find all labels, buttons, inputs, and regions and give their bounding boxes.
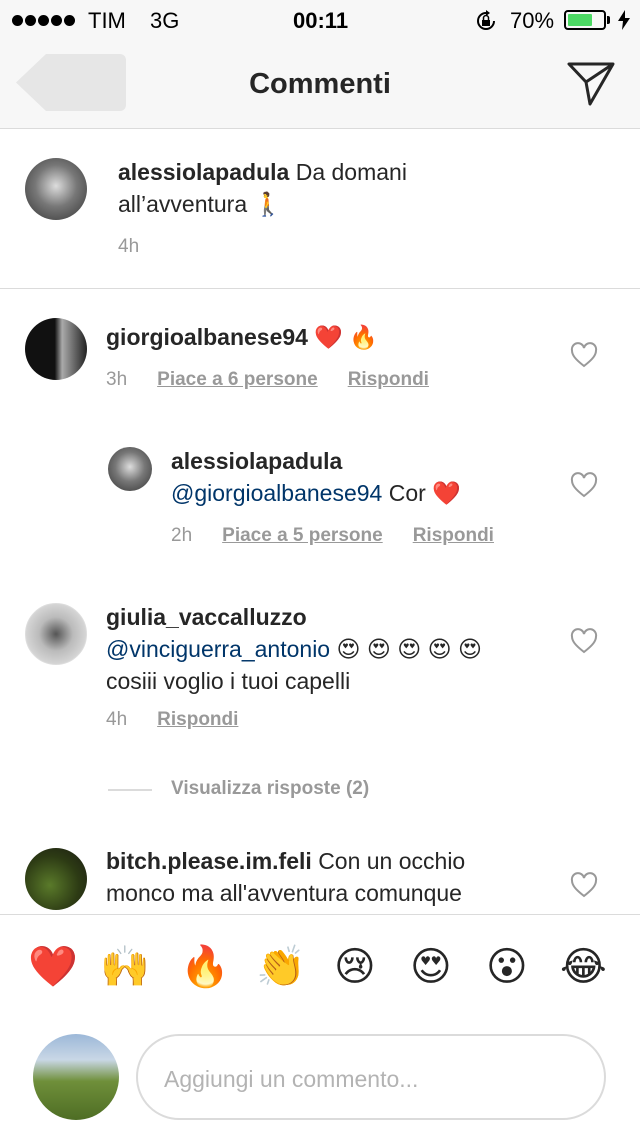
comment-meta: 3h Piace a 6 persone Rispondi <box>106 369 429 391</box>
comment-emojis: 😍 😍 😍 😍 😍 <box>336 636 482 662</box>
emoji-surprised-button[interactable]: 😮 <box>486 942 528 992</box>
comment-body: ❤️ 🔥 <box>314 324 379 350</box>
comment-text: bitch.please.im.feli Con un occhio monco… <box>106 845 566 909</box>
avatar[interactable] <box>25 318 87 380</box>
like-heart-icon[interactable] <box>570 472 598 498</box>
clock: 00:11 <box>293 8 349 33</box>
comment-body: Con un occhio <box>318 848 466 874</box>
reply-body: Cor ❤️ <box>388 480 461 506</box>
status-bar: TIM 3G 00:11 70% <box>0 0 640 40</box>
comment-text: giorgioalbanese94 ❤️ 🔥 <box>106 321 546 353</box>
avatar <box>33 1034 119 1120</box>
like-heart-icon[interactable] <box>570 872 598 898</box>
likes-link[interactable]: Piace a 6 persone <box>157 369 318 390</box>
avatar[interactable] <box>108 447 152 491</box>
comment-text: giulia_vaccalluzzo @vinciguerra_antonio … <box>106 601 566 697</box>
caption-line1: Da domani <box>295 159 407 185</box>
reply-link[interactable]: Rispondi <box>413 525 494 546</box>
emoji-clap-button[interactable]: 👏 <box>256 942 306 992</box>
emoji-raised-hands-button[interactable]: 🙌 <box>100 942 150 992</box>
caption-emoji: 🚶 <box>253 191 283 217</box>
charging-bolt-icon <box>618 10 630 30</box>
caption-username[interactable]: alessiolapadula <box>118 159 289 185</box>
reply-meta: 2h Piace a 5 persone Rispondi <box>171 525 494 547</box>
comment-meta: 4h Rispondi <box>106 709 238 731</box>
view-replies-button[interactable]: Visualizza risposte (2) <box>171 778 369 800</box>
avatar[interactable] <box>25 158 87 220</box>
divider <box>108 789 152 791</box>
emoji-cry-button[interactable]: 😢 <box>334 942 376 992</box>
reply-username[interactable]: alessiolapadula <box>171 448 342 474</box>
comment-body: cosiii voglio i tuoi capelli <box>106 668 351 694</box>
mention-link[interactable]: @giorgioalbanese94 <box>171 480 382 506</box>
avatar[interactable] <box>25 848 87 910</box>
like-heart-icon[interactable] <box>570 628 598 654</box>
battery-percent: 70% <box>510 8 555 33</box>
navigation-bar: Commenti <box>0 40 640 129</box>
emoji-heart-eyes-button[interactable]: 😍 <box>410 942 452 992</box>
like-heart-icon[interactable] <box>570 342 598 368</box>
page-title: Commenti <box>249 68 391 100</box>
divider <box>0 288 640 289</box>
comment-username[interactable]: giorgioalbanese94 <box>106 324 308 350</box>
emoji-fire-button[interactable]: 🔥 <box>180 942 230 992</box>
battery-icon <box>564 10 606 30</box>
network-label: 3G <box>150 8 180 33</box>
reply-time: 2h <box>171 525 193 546</box>
emoji-heart-button[interactable]: ❤️ <box>28 942 78 992</box>
send-direct-icon[interactable] <box>566 60 616 108</box>
comment-username[interactable]: giulia_vaccalluzzo <box>106 604 307 630</box>
comment-username[interactable]: bitch.please.im.feli <box>106 848 312 874</box>
caption-line2: all’avventura <box>118 191 248 217</box>
comment-input-placeholder: Aggiungi un commento... <box>164 1066 419 1092</box>
comment-body: monco ma all'avventura comunque <box>106 880 462 906</box>
comment-input[interactable]: Aggiungi un commento... <box>136 1034 606 1120</box>
avatar[interactable] <box>25 603 87 665</box>
reply-link[interactable]: Rispondi <box>157 709 238 730</box>
signal-dots-icon <box>12 13 77 27</box>
caption-time: 4h <box>118 236 140 257</box>
mention-link[interactable]: @vinciguerra_antonio <box>106 636 330 662</box>
emoji-laughing-button[interactable]: 😂 <box>560 942 607 992</box>
orientation-lock-icon <box>477 10 495 30</box>
carrier-label: TIM <box>88 8 126 33</box>
caption-text: alessiolapadula Da domani all’avventura … <box>118 156 588 220</box>
reply-text: alessiolapadula @giorgioalbanese94 Cor ❤… <box>171 445 551 509</box>
comment-time: 4h <box>106 709 128 730</box>
reply-link[interactable]: Rispondi <box>348 369 429 390</box>
comment-time: 3h <box>106 369 128 390</box>
likes-link[interactable]: Piace a 5 persone <box>222 525 383 546</box>
